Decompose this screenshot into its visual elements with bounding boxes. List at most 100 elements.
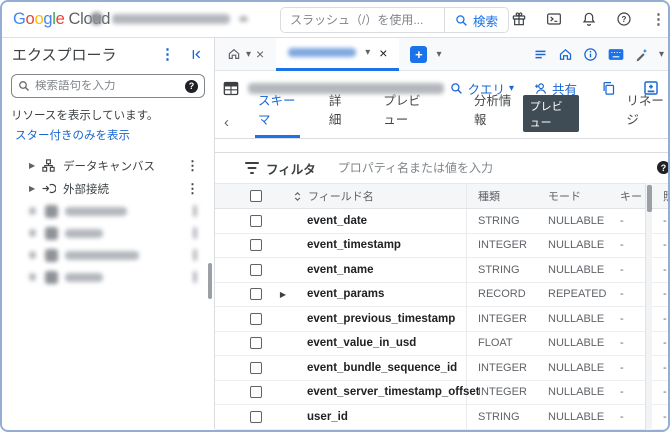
home-icon[interactable] xyxy=(558,47,573,62)
table-row[interactable]: ▶ event_params RECORD REPEATED - - xyxy=(215,282,668,307)
tree-item-data-canvas[interactable]: ▶ データキャンバス ⋮ xyxy=(2,154,214,177)
copy-icon[interactable] xyxy=(601,81,616,96)
resource-tree: ▶ データキャンバス ⋮ ▶ 外部接続 ⋮ xyxy=(2,154,214,288)
gift-icon[interactable] xyxy=(511,11,527,27)
table-row[interactable]: event_previous_timestamp INTEGER NULLABL… xyxy=(215,307,668,332)
tree-item-label: 外部接続 xyxy=(63,183,109,196)
expander-icon xyxy=(29,229,36,237)
topbar-icons: ? ⋮ xyxy=(511,11,666,27)
tree-item-external-connections[interactable]: ▶ 外部接続 ⋮ xyxy=(2,177,214,200)
chevron-left-icon[interactable]: ‹ xyxy=(224,114,229,131)
table-detail-tabs: ‹ スキーマ 詳細 プレビュー 分析情報 プレビュー リネージ xyxy=(215,94,668,139)
resource-search-input[interactable] xyxy=(35,80,180,92)
table-row[interactable]: event_value_in_usd FLOAT NULLABLE - - xyxy=(215,331,668,356)
gemini-pen-icon[interactable] xyxy=(634,47,649,62)
show-starred-only-link[interactable]: スター付きのみを表示 xyxy=(15,127,130,143)
row-checkbox[interactable] xyxy=(250,214,262,227)
collapse-panel-icon[interactable] xyxy=(189,47,204,62)
blurred-project-row[interactable] xyxy=(2,266,214,288)
field-name: event_bundle_sequence_id xyxy=(307,361,458,374)
expander-icon[interactable]: ▶ xyxy=(29,184,41,193)
field-name: event_value_in_usd xyxy=(307,337,417,350)
row-checkbox[interactable] xyxy=(250,386,262,399)
row-checkbox[interactable] xyxy=(250,263,262,276)
table-row[interactable]: event_server_timestamp_offset INTEGER NU… xyxy=(215,380,668,405)
tab-details[interactable]: 詳細 xyxy=(326,90,351,138)
close-icon[interactable]: × xyxy=(256,47,264,61)
row-checkbox[interactable] xyxy=(250,239,262,252)
caret-down-icon[interactable]: ▾ xyxy=(246,49,251,60)
table-row[interactable]: event_date STRING NULLABLE - - xyxy=(215,209,668,234)
field-name: event_server_timestamp_offset xyxy=(307,386,480,399)
row-checkbox[interactable] xyxy=(250,288,262,301)
help-icon[interactable]: ? xyxy=(616,11,632,27)
cloud-shell-icon[interactable] xyxy=(546,11,562,27)
new-tab-button[interactable]: + xyxy=(410,45,428,63)
table-row[interactable]: event_name STRING NULLABLE - - xyxy=(215,258,668,283)
global-search-input[interactable] xyxy=(281,8,444,32)
field-key: - xyxy=(620,410,624,423)
project-selector[interactable] xyxy=(90,12,248,25)
field-mode: NULLABLE xyxy=(548,312,605,325)
column-type[interactable]: 種類 xyxy=(467,188,537,204)
expander-icon[interactable]: ▶ xyxy=(29,161,41,170)
field-key: - xyxy=(620,239,624,252)
row-checkbox[interactable] xyxy=(250,361,262,374)
caret-down-icon[interactable]: ▾ xyxy=(659,49,664,60)
tab-schema[interactable]: スキーマ xyxy=(255,90,300,138)
search-button[interactable]: 検索 xyxy=(443,8,508,32)
filter-input[interactable] xyxy=(337,161,668,175)
resources-status-text: リソースを表示しています。 xyxy=(11,110,159,122)
column-collation[interactable]: 照合順序 xyxy=(652,188,668,204)
caret-down-icon[interactable]: ▾ xyxy=(365,47,370,58)
blurred-label xyxy=(65,228,103,238)
filter-help-icon[interactable]: ? xyxy=(657,161,668,174)
field-mode: NULLABLE xyxy=(548,361,605,374)
caret-down-icon[interactable]: ▾ xyxy=(436,49,441,60)
info-icon[interactable] xyxy=(583,47,598,62)
select-all-checkbox[interactable] xyxy=(250,190,262,202)
field-type: INTEGER xyxy=(478,239,527,252)
item-menu-icon[interactable]: ⋮ xyxy=(186,159,199,172)
table-row[interactable]: event_timestamp INTEGER NULLABLE - - xyxy=(215,233,668,258)
search-help-icon[interactable]: ? xyxy=(185,79,198,93)
expander-icon xyxy=(29,273,36,281)
blurred-project-row[interactable] xyxy=(2,244,214,266)
tab-preview[interactable]: プレビュー xyxy=(380,90,435,138)
field-name: event_params xyxy=(307,288,385,301)
more-options-icon[interactable]: ⋮ xyxy=(651,12,666,27)
table-row[interactable]: event_bundle_sequence_id INTEGER NULLABL… xyxy=(215,356,668,381)
row-checkbox[interactable] xyxy=(250,337,262,350)
active-table-tab[interactable]: ▾ × xyxy=(276,37,400,71)
blurred-project-row[interactable] xyxy=(2,200,214,222)
column-key[interactable]: キー xyxy=(609,188,645,204)
expander-icon xyxy=(29,251,36,259)
home-tab[interactable]: ▾ × xyxy=(215,47,272,61)
field-mode: NULLABLE xyxy=(548,337,605,350)
column-mode[interactable]: モード xyxy=(537,188,609,204)
row-checkbox[interactable] xyxy=(250,312,262,325)
field-collation: - xyxy=(663,361,667,374)
blurred-tab-title xyxy=(288,48,357,57)
svg-text:?: ? xyxy=(622,15,627,24)
job-history-list-icon[interactable] xyxy=(533,47,548,62)
tab-lineage[interactable]: リネージ xyxy=(623,90,668,138)
filter-label: フィルタ xyxy=(266,162,316,177)
tab-insights[interactable]: 分析情報 xyxy=(471,90,516,138)
table-scrollbar-thumb[interactable] xyxy=(647,185,652,212)
expander-icon xyxy=(29,207,36,215)
keyboard-shortcuts-icon[interactable] xyxy=(608,48,624,61)
row-checkbox[interactable] xyxy=(250,410,262,423)
explorer-menu-icon[interactable]: ⋮ xyxy=(160,47,175,62)
close-icon[interactable]: × xyxy=(379,46,387,60)
sidebar-scrollbar[interactable] xyxy=(208,263,212,299)
blurred-project-row[interactable] xyxy=(2,222,214,244)
column-field-name[interactable]: フィールド名 xyxy=(308,188,374,204)
table-row[interactable]: user_id STRING NULLABLE - - xyxy=(215,405,668,430)
table-scrollbar-track[interactable] xyxy=(645,183,652,430)
sort-icon[interactable] xyxy=(292,191,303,202)
schema-panel: フィルタ ? フィールド名 種類 モード キー xyxy=(215,152,668,430)
item-menu-icon[interactable]: ⋮ xyxy=(186,182,199,195)
notifications-bell-icon[interactable] xyxy=(581,11,597,27)
expander-icon[interactable]: ▶ xyxy=(265,290,291,299)
